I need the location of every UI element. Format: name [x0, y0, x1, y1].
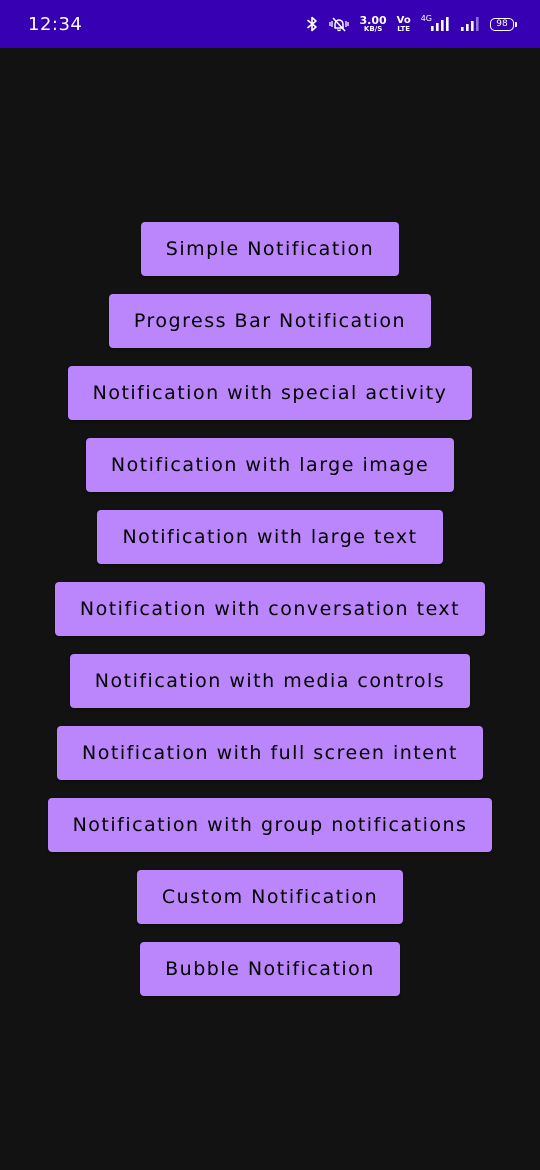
status-time: 12:34 [28, 13, 83, 35]
battery-level: 98 [496, 18, 508, 29]
signal-4g-icon: 4G [421, 14, 450, 32]
group-notifications-button[interactable]: Notification with group notifications [47, 798, 493, 852]
large-image-notification-button[interactable]: Notification with large image [85, 438, 455, 492]
custom-notification-button[interactable]: Custom Notification [136, 870, 404, 924]
status-bar: 12:34 3.00 KB/S Vo LTE 4G 98 [0, 0, 540, 48]
signal-icon [460, 16, 480, 32]
network-speed-indicator: 3.00 KB/S [359, 14, 387, 33]
special-activity-notification-button[interactable]: Notification with special activity [67, 366, 473, 420]
volte-icon: Vo LTE [396, 14, 411, 33]
full-screen-intent-notification-button[interactable]: Notification with full screen intent [57, 726, 483, 780]
media-controls-notification-button[interactable]: Notification with media controls [69, 654, 471, 708]
conversation-text-notification-button[interactable]: Notification with conversation text [54, 582, 486, 636]
notification-button-list: Simple Notification Progress Bar Notific… [0, 222, 540, 996]
status-icons: 3.00 KB/S Vo LTE 4G 98 [306, 14, 517, 33]
battery-icon: 98 [490, 17, 517, 31]
progress-bar-notification-button[interactable]: Progress Bar Notification [108, 294, 432, 348]
simple-notification-button[interactable]: Simple Notification [140, 222, 400, 276]
large-text-notification-button[interactable]: Notification with large text [97, 510, 443, 564]
bluetooth-icon [306, 16, 318, 32]
bubble-notification-button[interactable]: Bubble Notification [140, 942, 400, 996]
vibrate-off-icon [328, 16, 350, 32]
